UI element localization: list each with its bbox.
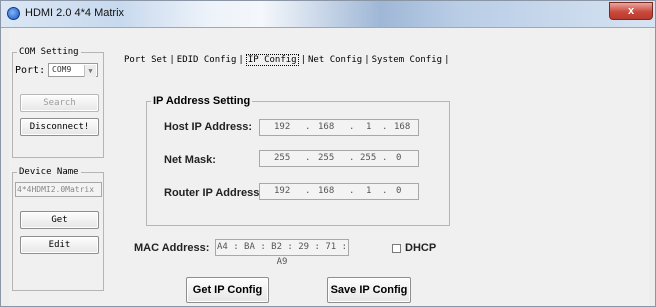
chevron-down-icon[interactable]: ▼ — [84, 65, 96, 77]
close-button[interactable]: x — [609, 2, 653, 20]
app-icon — [7, 7, 20, 20]
mac-address-value: A4 : BA : B2 : 29 : 71 : A9 — [216, 242, 348, 267]
router-ip-field[interactable]: 192. 168. 1. 0 — [259, 183, 419, 200]
ip-octet: 255 — [274, 153, 291, 163]
tab-ip-config[interactable]: IP Config — [245, 54, 299, 66]
tab-system-config[interactable]: System Config — [372, 55, 442, 65]
ip-octet: 1 — [366, 186, 372, 196]
mac-address-field[interactable]: A4 : BA : B2 : 29 : 71 : A9 — [215, 239, 349, 267]
ip-octet: 1 — [366, 122, 372, 132]
ip-address-setting-legend: IP Address Setting — [153, 95, 251, 107]
net-mask-label: Net Mask: — [164, 154, 216, 166]
router-ip-label: Router IP Address: — [164, 187, 264, 199]
get-ip-config-button[interactable]: Get IP Config — [186, 277, 269, 303]
get-device-name-button[interactable]: Get — [20, 211, 99, 229]
app-window: HDMI 2.0 4*4 Matrix x COM Setting Port: … — [0, 0, 656, 307]
edit-device-name-button[interactable]: Edit — [20, 236, 99, 254]
port-select[interactable]: COM9 ▼ — [48, 63, 98, 77]
port-value: COM9 — [52, 65, 72, 74]
ip-octet: 192 — [274, 122, 291, 132]
tab-port-set[interactable]: Port Set — [124, 55, 167, 65]
ip-octet: 192 — [274, 186, 291, 196]
close-icon: x — [627, 5, 635, 17]
ip-octet: 0 — [396, 186, 402, 196]
host-ip-field[interactable]: 192. 168. 1. 168 — [259, 119, 419, 136]
window-title: HDMI 2.0 4*4 Matrix — [25, 7, 125, 19]
ip-octet: 255 — [360, 153, 377, 163]
com-setting-legend: COM Setting — [19, 47, 79, 57]
dhcp-checkbox[interactable] — [392, 244, 401, 253]
dhcp-label[interactable]: DHCP — [405, 242, 436, 254]
host-ip-label: Host IP Address: — [164, 121, 253, 133]
ip-octet: 0 — [396, 153, 402, 163]
tab-edid-config[interactable]: EDID Config — [177, 55, 237, 65]
title-bar[interactable]: HDMI 2.0 4*4 Matrix x — [1, 1, 655, 28]
device-name-field[interactable]: 4*4HDMI2.0Matrix — [15, 182, 102, 197]
mac-address-label: MAC Address: — [134, 242, 210, 254]
device-name-legend: Device Name — [19, 167, 79, 177]
ip-octet: 255 — [318, 153, 335, 163]
save-ip-config-button[interactable]: Save IP Config — [327, 277, 411, 303]
tab-net-config[interactable]: Net Config — [308, 55, 362, 65]
main-panel: COM Setting Port: COM9 ▼ Search Disconne… — [9, 28, 649, 306]
net-mask-field[interactable]: 255. 255. 255. 0 — [259, 150, 419, 167]
disconnect-button[interactable]: Disconnect! — [20, 118, 99, 136]
ip-octet: 168 — [394, 122, 411, 132]
port-label: Port: — [15, 65, 46, 76]
ip-octet: 168 — [318, 186, 335, 196]
search-button[interactable]: Search — [20, 94, 99, 112]
tab-strip: Port Set | EDID Config | IP Config | Net Confi… — [124, 54, 450, 66]
ip-octet: 168 — [318, 122, 335, 132]
